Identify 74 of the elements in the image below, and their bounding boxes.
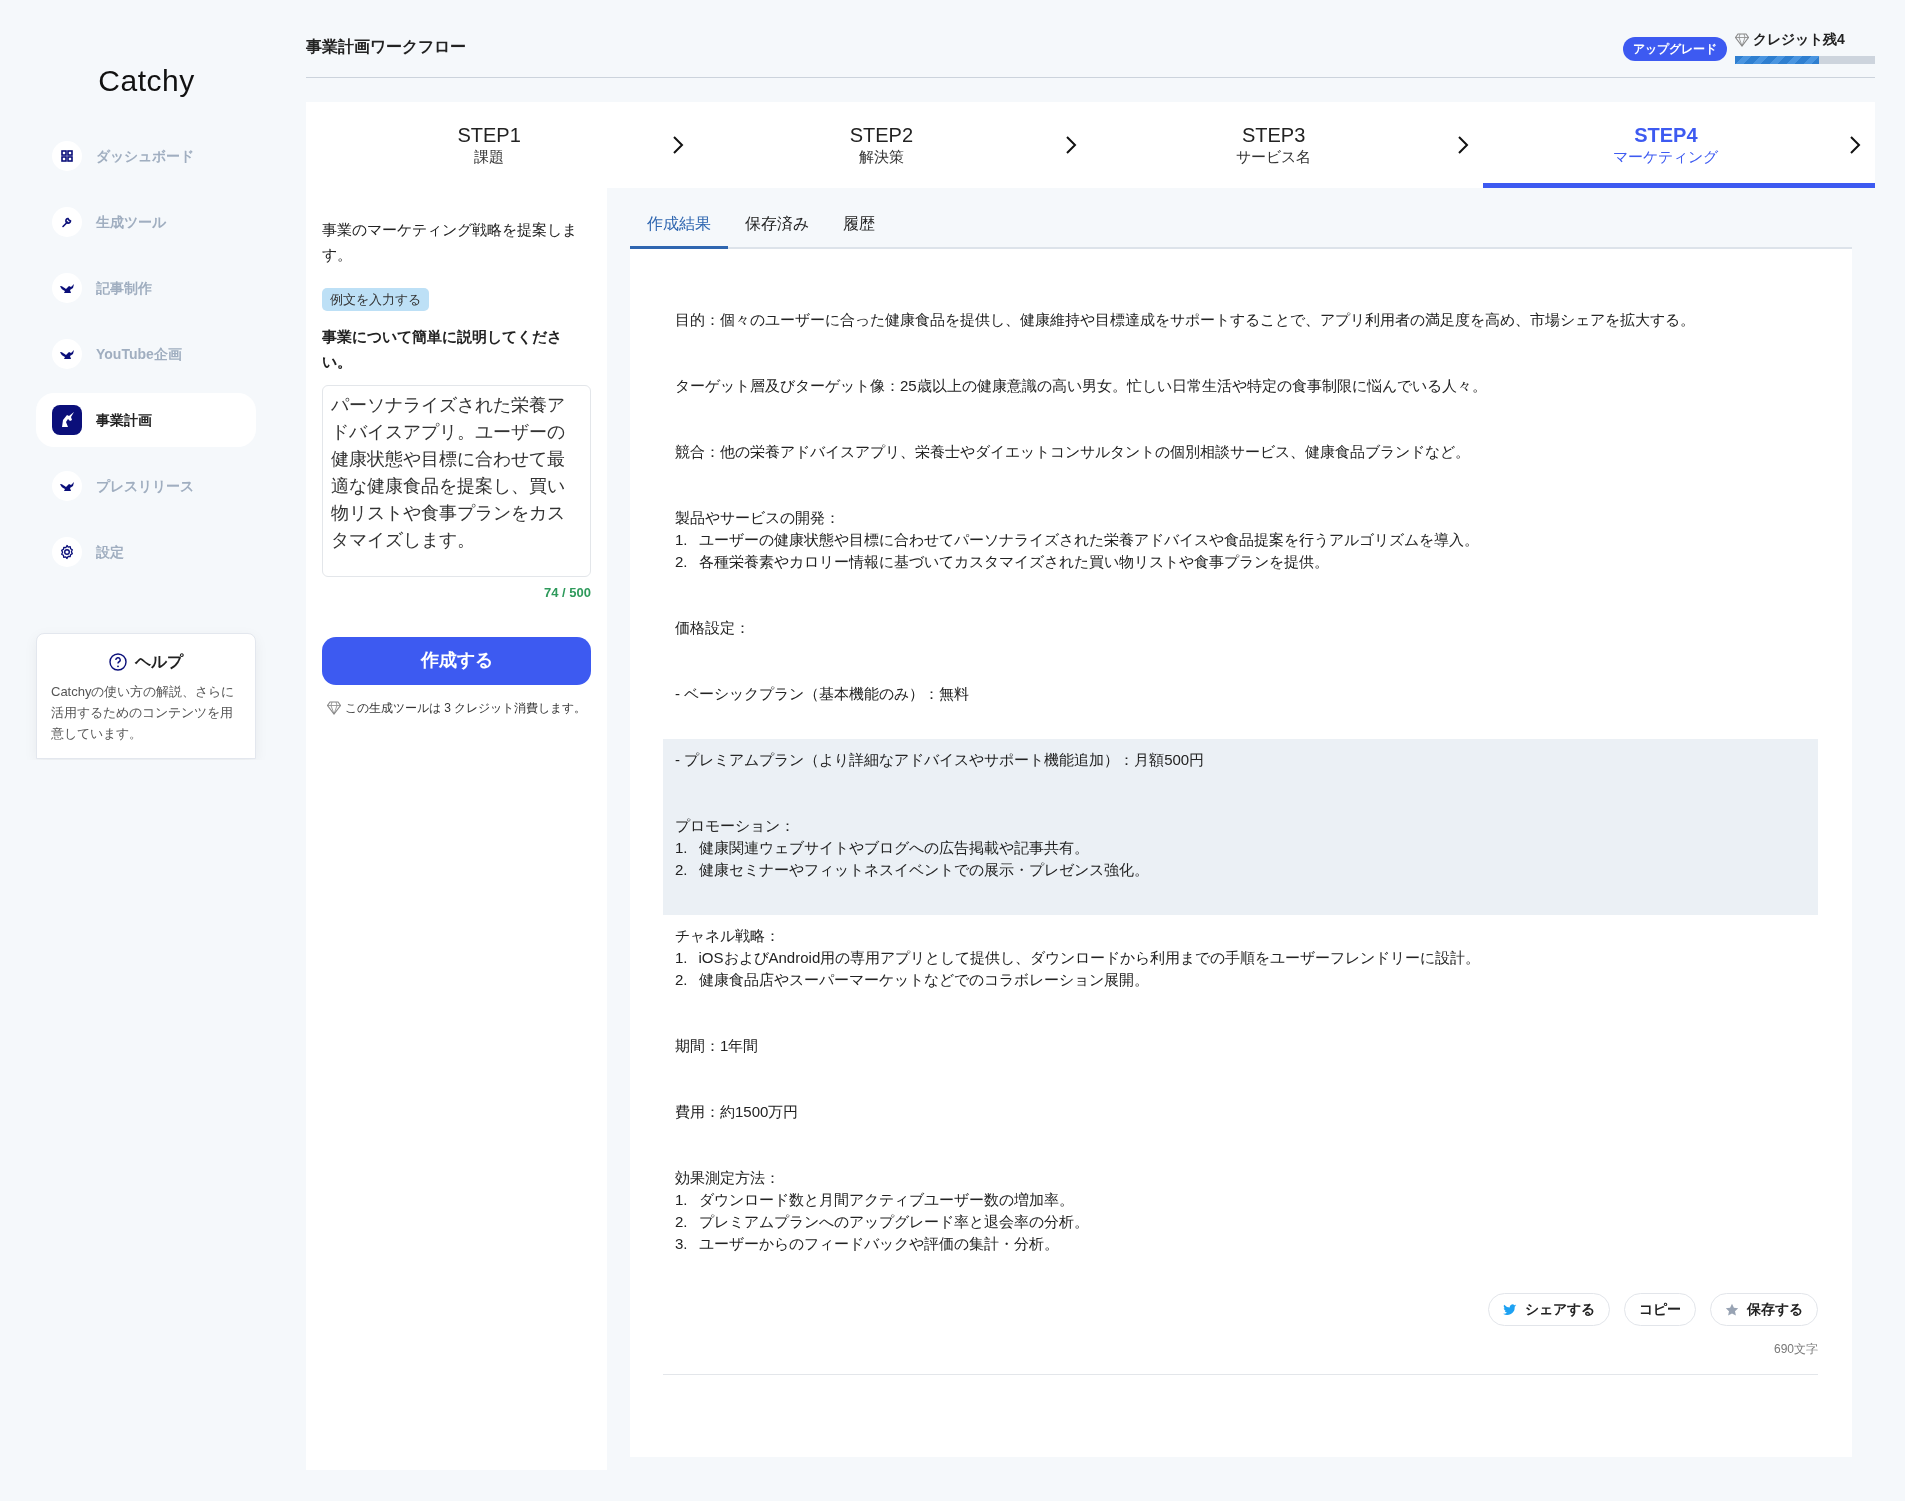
tool-description: 事業のマーケティング戦略を提案します。 (322, 220, 578, 265)
star-icon (1725, 1302, 1739, 1317)
gear-icon (59, 544, 75, 560)
list-item-text: 健康関連ウェブサイトやブログへの広告掲載や記事共有。 (698, 838, 1089, 858)
result-tab[interactable]: 保存済み (728, 206, 826, 249)
step-label: STEP4 (1633, 123, 1699, 149)
chevron-right-icon (1456, 135, 1469, 155)
list-item-text: ユーザーからのフィードバックや評価の集計・分析。 (698, 1234, 1059, 1254)
step-title: 解決策 (857, 148, 905, 167)
result-text: チャネル戦略： (675, 926, 781, 946)
list-item-text: 健康食品店やスーパーマーケットなどでのコラボレーション展開。 (698, 970, 1149, 990)
credit-note: この生成ツールは 3 クレジット消費します。 (344, 699, 587, 717)
list-number: 1. (675, 1190, 688, 1210)
grid-icon (61, 150, 73, 162)
step-label: STEP2 (848, 123, 915, 149)
diamond-icon (1735, 32, 1749, 47)
character-counter: 74 / 500 (543, 584, 591, 602)
step-label: STEP1 (456, 123, 522, 149)
help-title: ヘルプ (135, 652, 183, 672)
result-text: 価格設定： (675, 618, 751, 638)
list-number: 3. (675, 1234, 688, 1254)
list-item-text: プレミアムプランへのアップグレード率と退会率の分析。 (698, 1212, 1089, 1232)
list-item-text: 各種栄養素やカロリー情報に基づいてカスタマイズされた買い物リストや食事プランを提供。 (698, 552, 1329, 572)
list-number: 1. (675, 530, 688, 550)
result-text: 費用：約1500万円 (675, 1102, 800, 1122)
logo: Catchy (97, 63, 196, 99)
result-tab[interactable]: 履歴 (826, 206, 892, 249)
list-item-text: 健康セミナーやフィットネスイベントでの展示・プレゼンス強化。 (698, 860, 1149, 880)
step-title: サービス名 (1235, 148, 1313, 167)
list-item-text: ダウンロード数と月間アクティブユーザー数の増加率。 (698, 1190, 1074, 1210)
result-text: 期間：1年間 (675, 1036, 760, 1056)
action-button[interactable]: シェアする (1488, 1293, 1610, 1326)
result-text: 競合：他の栄養アドバイスアプリ、栄養士やダイエットコンサルタントの個別相談サービス、健康食品ブランドなど。 (675, 442, 1471, 462)
step-title: 課題 (473, 148, 506, 167)
list-number: 1. (675, 838, 688, 858)
sidebar-item[interactable]: 事業計画 (36, 393, 256, 447)
step-tab[interactable]: STEP4 マーケティング (1482, 102, 1875, 188)
result-text: ターゲット層及びターゲット像：25歳以上の健康意識の高い男女。忙しい日常生活や特定の食事制限に悩んでいる人々。 (675, 376, 1488, 396)
chevron-right-icon (1064, 135, 1077, 155)
credit-label: クレジット残4 (1753, 30, 1845, 49)
result-text: 製品やサービスの開発： (675, 508, 841, 528)
result-text: - ベーシックプラン（基本機能のみ）：無料 (675, 684, 971, 704)
step-title: マーケティング (1612, 148, 1720, 167)
list-number: 1. (675, 948, 688, 968)
chevron-right-icon (672, 135, 685, 155)
result-text: プロモーション： (675, 816, 796, 836)
bird-icon (1503, 1303, 1517, 1316)
result-text: 目的：個々のユーザーに合った健康食品を提供し、健康維持や目標達成をサポートすることで、アプリ利用者の満足度を高め、市場シェアを拡大する。 (675, 310, 1696, 330)
action-button[interactable]: コピー (1624, 1293, 1696, 1326)
chevron-right-icon (1849, 135, 1861, 155)
upgrade-button[interactable]: アップグレード (1623, 37, 1727, 61)
step-tab[interactable]: STEP2 解決策 (698, 102, 1091, 188)
page-title: 事業計画ワークフロー (306, 36, 466, 57)
field-label: 事業について簡単に説明してください。 (322, 327, 563, 372)
step-tab[interactable]: STEP3 サービス名 (1090, 102, 1483, 188)
list-number: 2. (675, 860, 688, 880)
list-number: 2. (675, 1212, 688, 1232)
example-button[interactable]: 例文を入力する (322, 287, 429, 311)
list-number: 2. (675, 970, 688, 990)
result-text: 効果測定方法： (675, 1168, 781, 1188)
action-button[interactable]: 保存する (1710, 1293, 1818, 1326)
wrench-icon (61, 216, 73, 228)
list-item-text: ユーザーの健康状態や目標に合わせてパーソナライズされた栄養アドバイスや食品提案を行うアルゴリズムを導入。 (698, 530, 1479, 550)
character-count: 690文字 (663, 1340, 1818, 1375)
step-tab[interactable]: STEP1 課題 (306, 102, 699, 188)
result-text: - プレミアムプラン（より詳細なアドバイスやサポート機能追加）：月額500円 (675, 750, 1206, 770)
help-text: Catchyの使い方の解説、さらに活用するためのコンテンツを用意しています。 (51, 683, 236, 743)
description-field[interactable]: パーソナライズされた栄養アドバイスアプリ。ユーザーの健康状態や目標に合わせて最適な健康食品を提案し、買い物リストや食事プランをカスタマイズします。 (322, 384, 591, 577)
create-button[interactable]: 作成する (322, 636, 591, 685)
question-icon (109, 653, 127, 671)
list-item-text: iOSおよびAndroid用の専用アプリとして提供し、ダウンロードから利用までの手順をユーザーフレンドリーに設計。 (698, 948, 1481, 968)
diamond-icon (326, 700, 341, 715)
list-number: 2. (675, 552, 688, 572)
step-label: STEP3 (1240, 123, 1307, 149)
